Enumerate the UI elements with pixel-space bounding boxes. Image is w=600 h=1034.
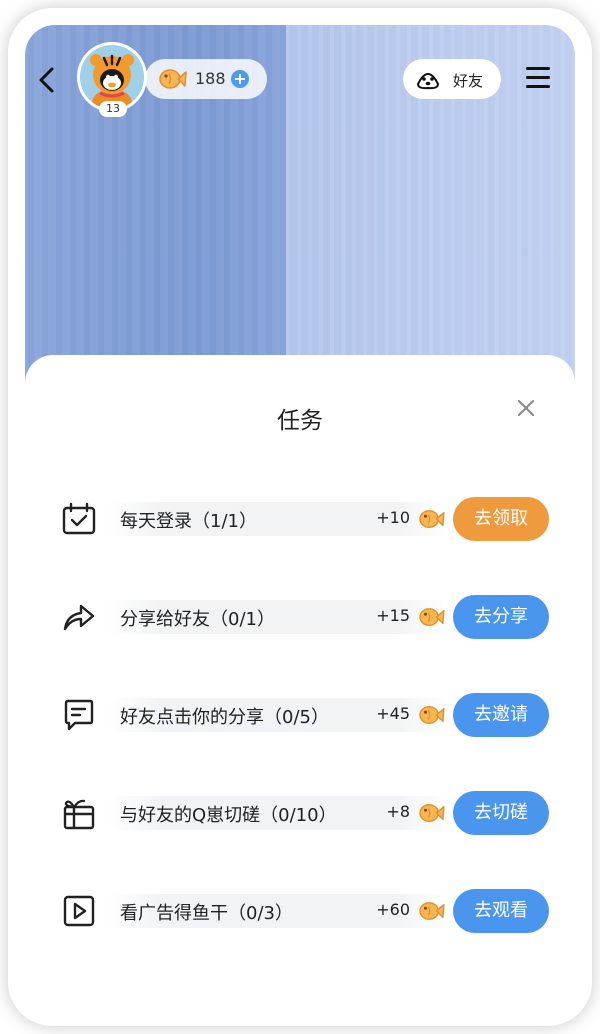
fish-coin-icon	[419, 510, 445, 528]
task-label: 与好友的Q崽切磋（0/10）	[120, 805, 337, 826]
phone-screen: 13 188 + 好友 任务 每天登录（1/1） +10 去领取 分享给好友（0…	[25, 25, 575, 1009]
task-label: 好友点击你的分享（0/5）	[120, 707, 329, 728]
task-sheet: 任务 每天登录（1/1） +10 去领取 分享给好友（0/1） +15 去分享 …	[25, 355, 575, 1009]
invite-button[interactable]: 去邀请	[453, 693, 549, 737]
task-row: 看广告得鱼干（0/3） +60 去观看	[25, 889, 575, 949]
close-button[interactable]	[515, 397, 537, 419]
friends-label: 好友	[453, 72, 484, 90]
friends-button[interactable]: 好友	[403, 59, 501, 99]
claim-button[interactable]: 去领取	[453, 497, 549, 541]
tiger-avatar-icon	[80, 45, 144, 109]
task-row: 与好友的Q崽切磋（0/10） +8 去切磋	[25, 791, 575, 851]
coin-count: 188	[195, 69, 226, 88]
task-label: 分享给好友（0/1）	[120, 609, 275, 630]
fish-coin-icon	[419, 706, 445, 724]
gift-box-icon	[63, 799, 95, 830]
sheet-title: 任务	[277, 408, 323, 434]
challenge-button[interactable]: 去切磋	[453, 791, 549, 835]
task-label: 每天登录（1/1）	[120, 511, 257, 532]
fish-coin-icon	[419, 902, 445, 920]
back-button[interactable]	[35, 65, 59, 95]
fish-coin-icon	[419, 608, 445, 626]
task-reward: +45	[376, 704, 410, 723]
watch-ad-button[interactable]: 去观看	[453, 889, 549, 933]
calendar-check-icon	[62, 502, 96, 535]
fish-coin-icon	[419, 804, 445, 822]
plus-icon[interactable]: +	[231, 70, 249, 88]
play-icon	[63, 895, 95, 927]
fish-coin-balance: 188 +	[145, 59, 267, 99]
paw-icon	[416, 73, 440, 90]
menu-button[interactable]	[526, 67, 550, 91]
share-arrow-icon	[63, 604, 95, 631]
message-icon	[64, 699, 94, 731]
task-row: 每天登录（1/1） +10 去领取	[25, 497, 575, 557]
menu-icon	[526, 67, 550, 88]
level-badge: 13	[99, 101, 127, 117]
task-row: 分享给好友（0/1） +15 去分享	[25, 595, 575, 655]
back-icon	[39, 67, 54, 93]
task-label: 看广告得鱼干（0/3）	[120, 903, 293, 924]
task-reward: +8	[386, 802, 410, 821]
task-reward: +10	[376, 508, 410, 527]
share-button[interactable]: 去分享	[453, 595, 549, 639]
close-icon	[518, 400, 534, 416]
task-reward: +60	[376, 900, 410, 919]
task-reward: +15	[376, 606, 410, 625]
task-row: 好友点击你的分享（0/5） +45 去邀请	[25, 693, 575, 753]
fish-coin-icon	[159, 69, 187, 89]
